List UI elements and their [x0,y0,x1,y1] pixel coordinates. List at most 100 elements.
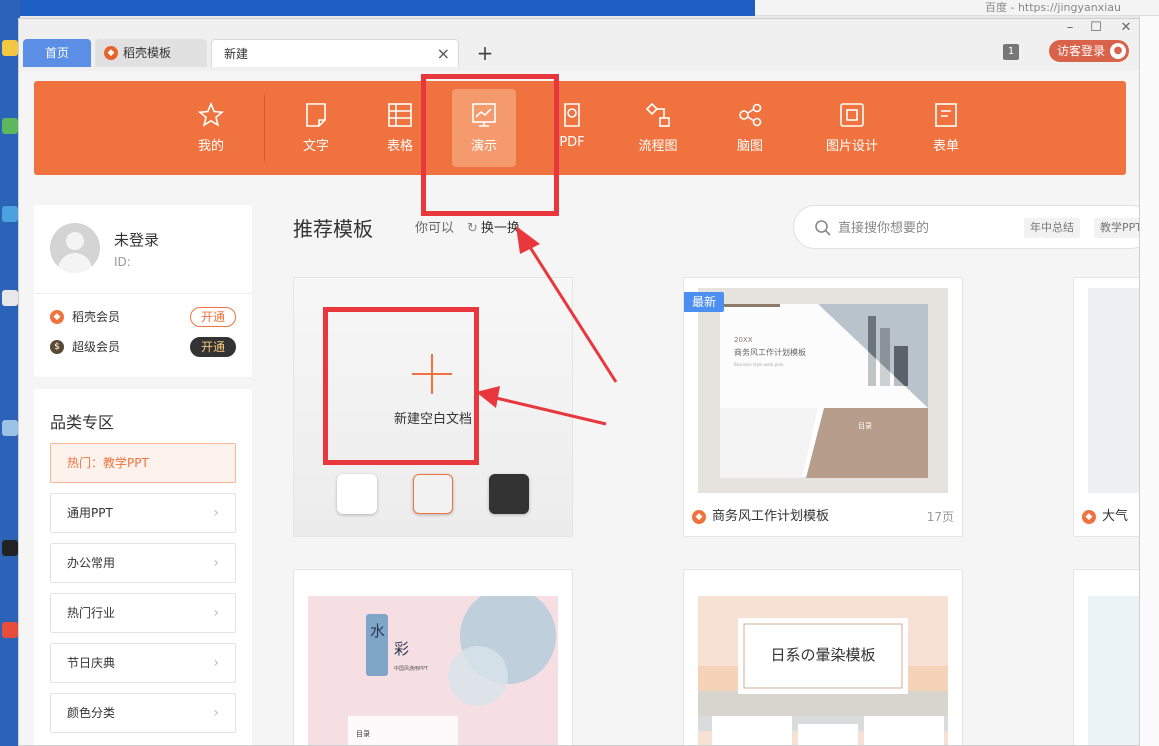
category-label: 节日庆典 [67,656,116,670]
pdf-icon [564,103,580,127]
refresh-icon: ↻ [467,221,478,236]
business-template-preview: 20XX 商务风工作计划模板 Business style work plan … [720,304,928,478]
open-super-button[interactable]: 开通 [190,337,236,357]
desktop-top-bar [0,0,755,16]
membership-label: 超级会员 [72,340,121,354]
thumb-subtitle: Business style work plan [734,362,784,367]
add-tab-button[interactable]: + [473,39,497,67]
refresh-label: 换一换 [480,221,520,236]
white-theme-swatch[interactable] [337,474,377,514]
guest-login-label: 访客登录 [1057,44,1106,58]
chevron-right-icon: › [213,655,219,671]
maximize-icon[interactable]: ☐ [1085,19,1107,37]
background-page-edge [1139,16,1159,746]
search-tag[interactable]: 年中总结 [1024,218,1080,238]
toolbar-form[interactable]: 表单 [914,89,978,167]
close-tab-icon[interactable]: × [437,40,450,68]
template-name: 大气 [1102,509,1129,524]
image-design-icon [840,103,864,127]
open-docer-button[interactable]: 开通 [190,307,236,327]
tab-templates-label: 稻壳模板 [123,46,172,60]
toolbar-label: PDF [559,135,585,150]
dark-theme-swatch[interactable] [489,474,529,514]
chevron-right-icon: › [213,555,219,571]
thumb-water: 水 [370,622,385,640]
toolbar-mine[interactable]: 我的 [179,89,243,167]
document-icon [306,103,326,127]
flowchart-icon [645,102,670,127]
toolbar-mindmap[interactable]: 脑图 [718,89,782,167]
background-browser-address: 百度 - https://jingyanxiau [755,0,1159,16]
toolbar-label: 脑图 [736,139,763,154]
toolbar-divider [264,95,265,161]
toolbar-label: 图片设计 [825,139,878,154]
titlebar: 首页 ◆ 稻壳模板 新建 × + – ☐ ✕ 1 访客登录 ● [19,19,1139,71]
desktop-icon[interactable] [2,206,18,222]
refresh-button[interactable]: ↻ 换一换 [467,217,520,236]
category-panel: 品类专区 热门：教学PPT 通用PPT › 办公常用 › 热门行业 › 节日庆典 › 颜… [34,389,252,745]
category-item-hot[interactable]: 热门：教学PPT [50,443,236,483]
docer-membership-row: ◆ 稻壳会员 开通 [50,307,236,327]
page-title: 推荐模板 [293,217,373,241]
category-label: 热门行业 [67,606,116,620]
user-card: 未登录 ID: ◆ 稻壳会员 开通 $ 超级会员 开通 [34,205,252,377]
category-item[interactable]: 热门行业 › [50,593,236,633]
avatar[interactable] [50,223,100,273]
toolbar-label: 表格 [386,139,413,154]
category-item[interactable]: 颜色分类 › [50,693,236,733]
tab-templates[interactable]: ◆ 稻壳模板 [95,39,207,67]
template-card[interactable]: 水 彩 中国风通用PPT 目录 [293,569,573,745]
thumb-title: 商务风工作计划模板 [734,347,806,357]
thumb-title: 日系の暈染模板 [770,646,875,664]
user-avatar-icon: ● [1110,43,1126,59]
tab-new-label: 新建 [224,47,249,61]
toolbar-image-design[interactable]: 图片设计 [816,89,888,167]
thumb-sub: 中国风通用PPT [394,665,429,672]
tab-home[interactable]: 首页 [23,39,91,67]
hint-text: 你可以 [415,221,455,236]
mindmap-icon [739,103,762,127]
template-thumbnail [1088,288,1139,493]
search-input[interactable] [838,217,1018,239]
docer-logo-icon: ◆ [692,510,706,524]
template-thumbnail: 20XX 商务风工作计划模板 Business style work plan … [698,288,948,493]
minimize-icon[interactable]: – [1059,19,1081,37]
toolbar-writer[interactable]: 文字 [284,89,348,167]
search-tag[interactable]: 教学PPT [1094,218,1139,238]
close-window-icon[interactable]: ✕ [1115,19,1137,37]
template-card[interactable]: 日系の暈染模板 [683,569,963,745]
category-label: 热门：教学PPT [67,456,149,470]
membership-label: 稻壳会员 [72,310,121,324]
template-card[interactable]: ◆ 大气 [1073,277,1139,537]
super-member-icon: $ [50,340,64,354]
guest-login-button[interactable]: 访客登录 ● [1049,40,1129,62]
desktop-icon[interactable] [2,540,18,556]
tab-new[interactable]: 新建 × [211,39,459,67]
user-id: ID: [114,255,131,269]
form-icon [935,103,957,127]
chevron-right-icon: › [213,605,219,621]
desktop-icon[interactable] [2,622,18,638]
desktop-icon[interactable] [2,420,18,436]
docer-logo-icon: ◆ [1082,510,1096,524]
desktop-icon[interactable] [2,118,18,134]
window-count-badge[interactable]: 1 [1003,44,1019,60]
category-title: 品类专区 [50,413,115,432]
user-name[interactable]: 未登录 [114,229,159,250]
template-card[interactable]: 最新 20XX 商务风工作计划模板 Business style work pl… [683,277,963,537]
toolbar-flowchart[interactable]: 流程图 [626,89,690,167]
category-item[interactable]: 办公常用 › [50,543,236,583]
thumb-year: 20XX [734,336,753,344]
template-thumbnail: 日系の暈染模板 [698,596,948,745]
gray-theme-swatch[interactable] [413,474,453,514]
template-name: 商务风工作计划模板 [712,509,830,524]
table-icon [388,103,412,127]
desktop-icon[interactable] [2,40,18,56]
desktop-icon[interactable] [2,290,18,306]
super-membership-row: $ 超级会员 开通 [50,337,236,357]
category-item[interactable]: 节日庆典 › [50,643,236,683]
template-card[interactable] [1073,569,1139,745]
category-item[interactable]: 通用PPT › [50,493,236,533]
chevron-right-icon: › [213,505,219,521]
new-badge: 最新 [684,292,724,312]
